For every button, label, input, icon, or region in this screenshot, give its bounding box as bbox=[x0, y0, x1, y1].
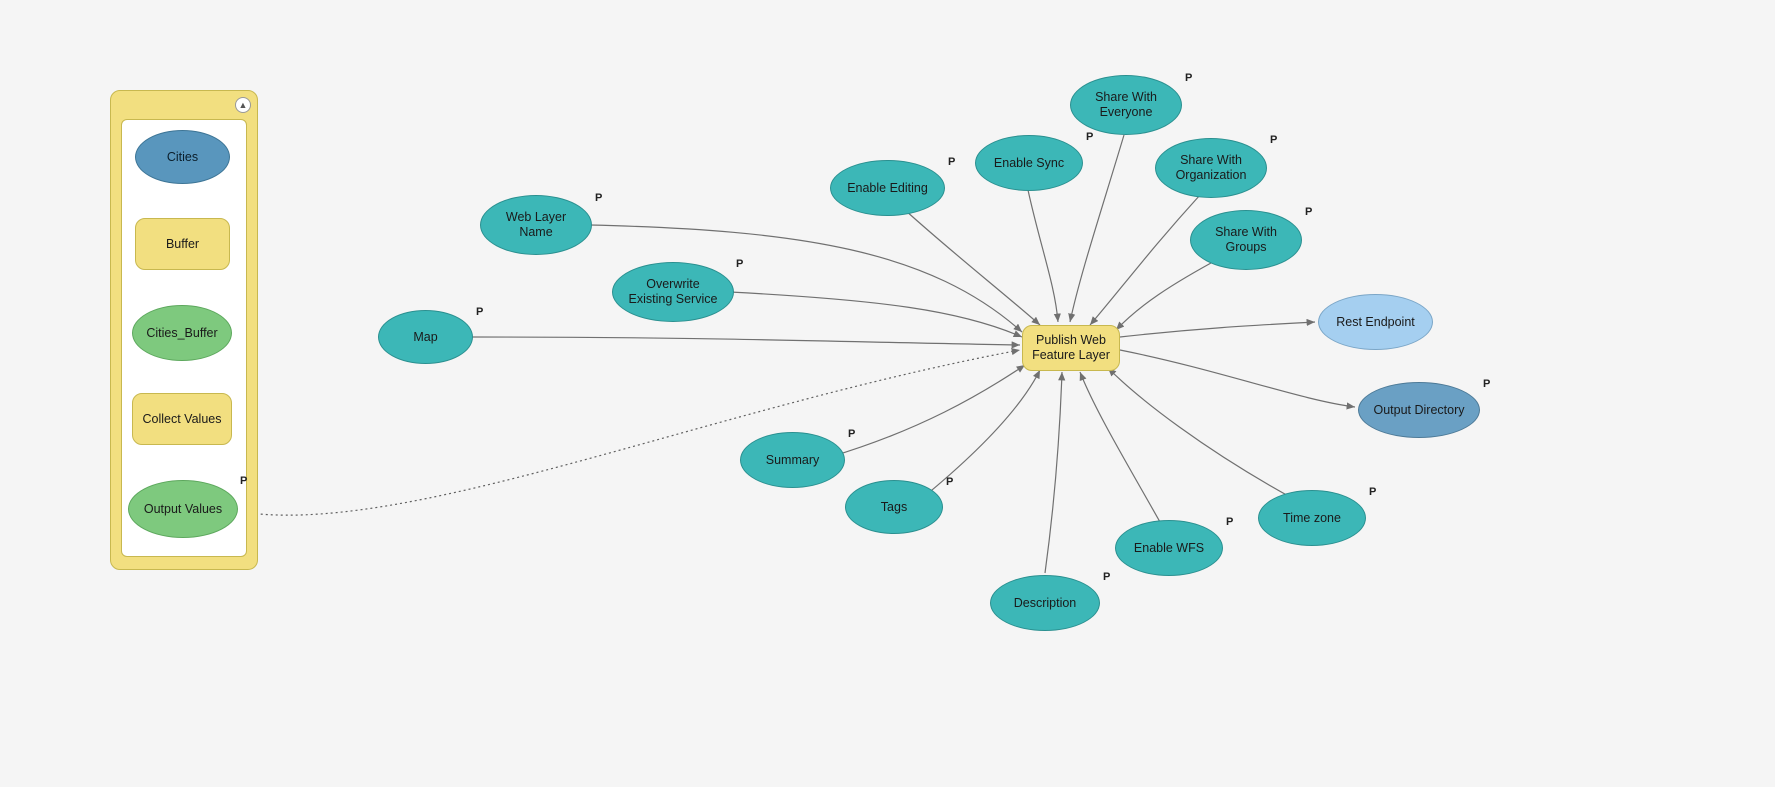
node-enable-sync[interactable]: Enable Sync bbox=[975, 135, 1083, 191]
p-badge: P bbox=[736, 258, 743, 270]
p-badge: P bbox=[595, 192, 602, 204]
p-badge: P bbox=[1103, 571, 1110, 583]
p-badge: P bbox=[1305, 206, 1312, 218]
chevron-up-icon: ▲ bbox=[239, 100, 248, 110]
node-collect-values[interactable]: Collect Values bbox=[132, 393, 232, 445]
node-buffer[interactable]: Buffer bbox=[135, 218, 230, 270]
node-label: Share With Groups bbox=[1215, 225, 1277, 255]
node-label: Buffer bbox=[166, 237, 199, 252]
node-time-zone[interactable]: Time zone bbox=[1258, 490, 1366, 546]
node-label: Output Values bbox=[144, 502, 222, 517]
node-enable-editing[interactable]: Enable Editing bbox=[830, 160, 945, 216]
node-label: Overwrite Existing Service bbox=[629, 277, 718, 307]
p-badge: P bbox=[1483, 378, 1490, 390]
p-badge: P bbox=[1369, 486, 1376, 498]
node-share-groups[interactable]: Share With Groups bbox=[1190, 210, 1302, 270]
p-badge: P bbox=[946, 476, 953, 488]
node-label: Cities bbox=[167, 150, 198, 165]
node-label: Time zone bbox=[1283, 511, 1341, 526]
node-label: Rest Endpoint bbox=[1336, 315, 1415, 330]
group-collapse-button[interactable]: ▲ bbox=[235, 97, 251, 113]
node-label: Tags bbox=[881, 500, 907, 515]
p-badge: P bbox=[1185, 72, 1192, 84]
node-label: Output Directory bbox=[1373, 403, 1464, 418]
model-canvas[interactable]: ▲ Cities Buffer Cities_Buffer Collect Va… bbox=[0, 0, 1775, 787]
node-label: Collect Values bbox=[143, 412, 222, 427]
node-description[interactable]: Description bbox=[990, 575, 1100, 631]
node-map[interactable]: Map bbox=[378, 310, 473, 364]
node-label: Web Layer Name bbox=[506, 210, 566, 240]
node-rest-endpoint[interactable]: Rest Endpoint bbox=[1318, 294, 1433, 350]
p-badge: P bbox=[1226, 516, 1233, 528]
node-label: Enable Editing bbox=[847, 181, 928, 196]
node-summary[interactable]: Summary bbox=[740, 432, 845, 488]
p-badge: P bbox=[848, 428, 855, 440]
node-enable-wfs[interactable]: Enable WFS bbox=[1115, 520, 1223, 576]
node-label: Publish Web Feature Layer bbox=[1032, 333, 1110, 363]
node-label: Share With Organization bbox=[1176, 153, 1247, 183]
node-output-dir[interactable]: Output Directory bbox=[1358, 382, 1480, 438]
node-publish-web-feature-layer[interactable]: Publish Web Feature Layer bbox=[1022, 325, 1120, 371]
node-cities-buffer[interactable]: Cities_Buffer bbox=[132, 305, 232, 361]
node-label: Share With Everyone bbox=[1095, 90, 1157, 120]
node-tags[interactable]: Tags bbox=[845, 480, 943, 534]
node-share-org[interactable]: Share With Organization bbox=[1155, 138, 1267, 198]
node-overwrite[interactable]: Overwrite Existing Service bbox=[612, 262, 734, 322]
p-badge: P bbox=[476, 306, 483, 318]
p-badge: P bbox=[240, 475, 247, 487]
node-label: Summary bbox=[766, 453, 819, 468]
node-label: Description bbox=[1014, 596, 1077, 611]
node-label: Cities_Buffer bbox=[146, 326, 217, 341]
node-cities[interactable]: Cities bbox=[135, 130, 230, 184]
node-web-layer-name[interactable]: Web Layer Name bbox=[480, 195, 592, 255]
node-label: Enable Sync bbox=[994, 156, 1064, 171]
connectors-layer bbox=[0, 0, 1775, 787]
node-output-values[interactable]: Output Values bbox=[128, 480, 238, 538]
node-share-everyone[interactable]: Share With Everyone bbox=[1070, 75, 1182, 135]
node-label: Enable WFS bbox=[1134, 541, 1204, 556]
p-badge: P bbox=[1086, 131, 1093, 143]
p-badge: P bbox=[1270, 134, 1277, 146]
node-label: Map bbox=[413, 330, 437, 345]
p-badge: P bbox=[948, 156, 955, 168]
